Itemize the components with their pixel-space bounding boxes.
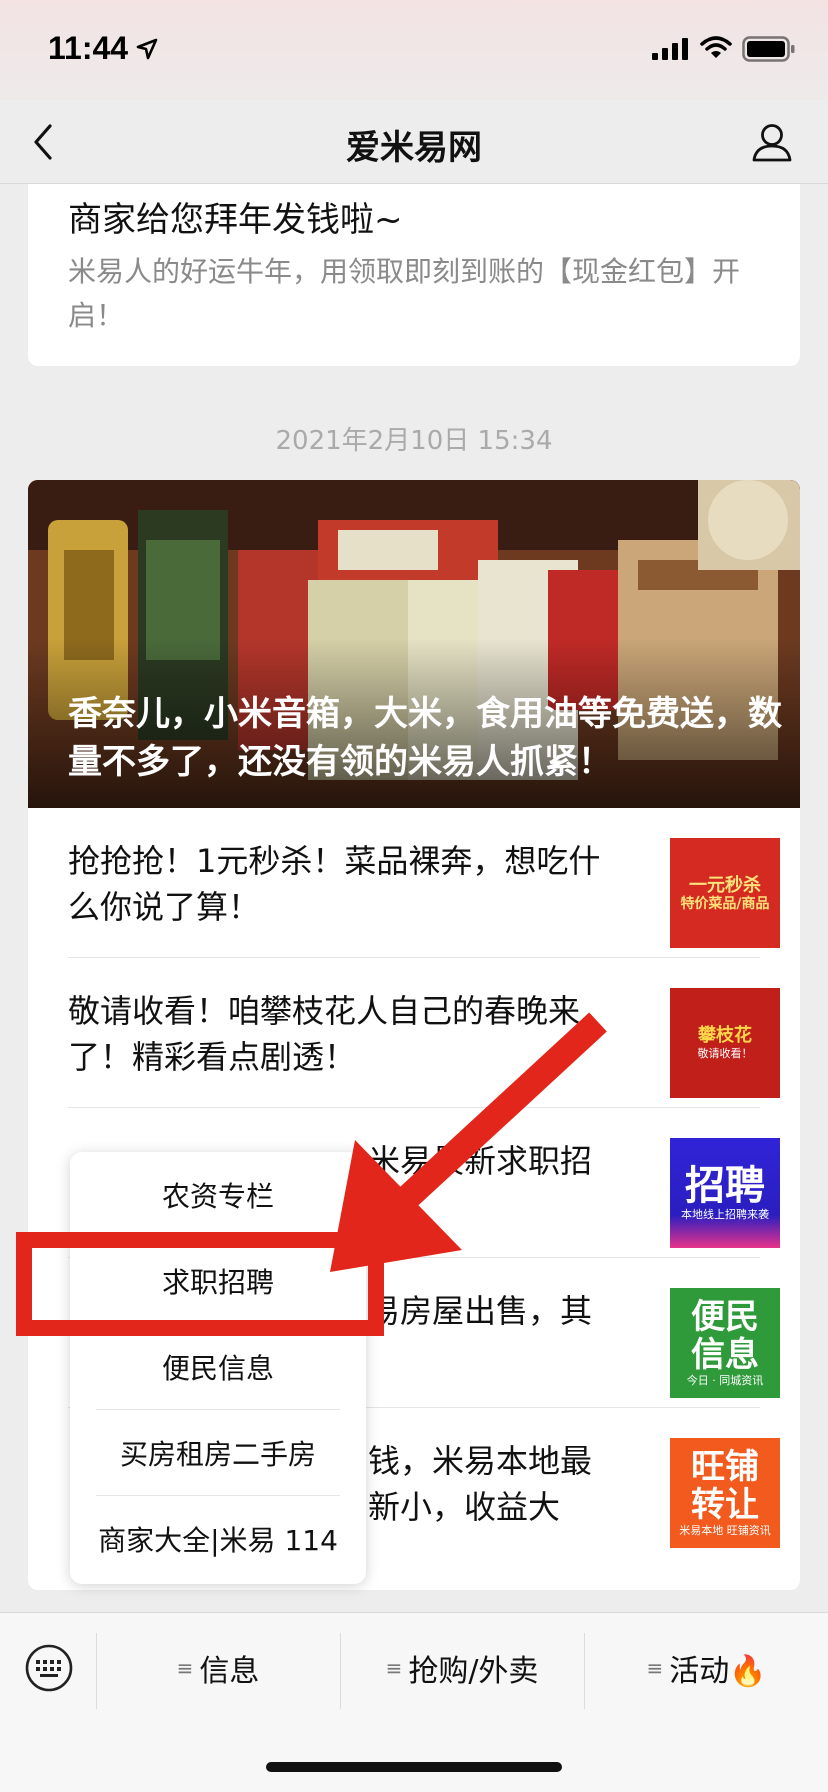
article-title: 易房屋出售，其 [368,1292,593,1330]
tab-activities[interactable]: ≡ 活动🔥 [585,1613,828,1723]
status-bar: 11:44 [0,0,828,100]
hero-article[interactable]: 香奈儿，小米音箱，大米，食用油等免费送，数量不多了，还没有领的米易人抓紧！ [28,480,800,808]
article-description: 米易人的好运牛年，用领取即刻到账的【现金红包】开启！ [68,255,741,332]
tab-label: 抢购/外卖 [408,1654,539,1689]
keyboard-icon[interactable] [24,1643,74,1693]
info-popup-menu: 农资专栏 求职招聘 便民信息 买房租房二手房 商家大全|米易 114 [70,1152,366,1584]
article-thumbnail: 便民信息 今日 · 同城资讯 [670,1288,780,1398]
tab-label: 信息 [199,1654,260,1689]
article-title: 米易最新求职招聘 [368,1142,593,1226]
article-thumbnail: 一元秒杀 特价菜品/商品 [670,838,780,948]
menu-item-housing[interactable]: 买房租房二手房 [96,1410,340,1496]
tab-label: 活动🔥 [669,1654,767,1689]
menu-lines-icon: ≡ [646,1656,664,1680]
location-arrow-icon [136,38,158,60]
nav-bar: 爱米易网 [0,100,828,184]
article-thumbnail: 招聘 本地线上招聘来袭 [670,1138,780,1248]
highlight-box [16,1232,384,1336]
list-item[interactable]: 抢抢抢！1元秒杀！菜品裸奔，想吃什么你说了算！ 一元秒杀 特价菜品/商品 [68,808,780,958]
tab-flash-sale-delivery[interactable]: ≡ 抢购/外卖 [341,1613,583,1723]
article-thumbnail: 攀枝花 敬请收看！ [670,988,780,1098]
list-item[interactable]: 敬请收看！咱攀枝花人自己的春晚来了！精彩看点剧透！ 攀枝花 敬请收看！ [68,958,780,1108]
menu-item-merchants[interactable]: 商家大全|米易 114 [88,1496,348,1582]
article-card-previous[interactable]: 商家给您拜年发钱啦~ 米易人的好运牛年，用领取即刻到账的【现金红包】开启！ [28,184,800,366]
battery-icon [742,36,795,62]
article-title: 敬请收看！咱攀枝花人自己的春晚来了！精彩看点剧透！ [68,992,581,1076]
article-thumbnail: 旺铺转让 米易本地 旺铺资讯 [670,1438,780,1548]
menu-lines-icon: ≡ [385,1656,403,1680]
article-title: 钱，米易本地最新小，收益大 [368,1442,593,1526]
article-title: 抢抢抢！1元秒杀！菜品裸奔，想吃什么你说了算！ [68,842,601,926]
home-indicator [266,1762,562,1772]
wifi-icon [700,36,732,58]
menu-lines-icon: ≡ [176,1656,194,1680]
article-title: 商家给您拜年发钱啦~ [68,200,403,240]
signal-icon [652,38,688,60]
message-timestamp: 2021年2月10日 15:34 [275,426,553,456]
page-title: 爱米易网 [346,128,482,168]
profile-icon[interactable] [750,120,794,164]
menu-item-convenience-info[interactable]: 便民信息 [96,1324,340,1410]
tab-info[interactable]: ≡ 信息 [97,1613,339,1723]
status-time: 11:44 [48,30,129,66]
menu-item-agriculture[interactable]: 农资专栏 [96,1152,340,1238]
hero-caption: 香奈儿，小米音箱，大米，食用油等免费送，数量不多了，还没有领的米易人抓紧！ [68,694,782,782]
